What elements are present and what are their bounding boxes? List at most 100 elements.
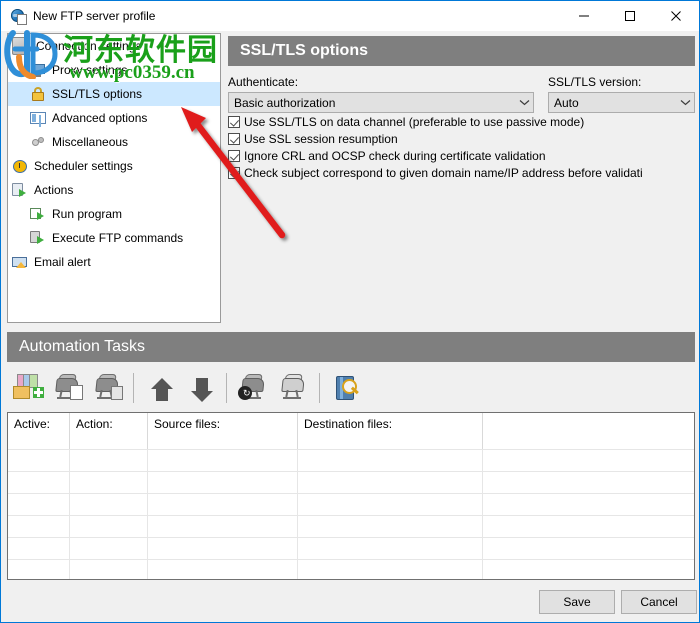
tree-item-label: Advanced options — [52, 111, 148, 125]
tree-item-label: Miscellaneous — [52, 135, 129, 149]
settings-tree[interactable]: Connection settings Proxy settings SSL/T… — [7, 33, 221, 323]
checkbox-icon[interactable] — [228, 150, 240, 162]
move-task-down-button[interactable] — [182, 368, 220, 408]
close-icon[interactable] — [653, 1, 699, 31]
tree-item-label: Proxy settings — [52, 63, 128, 77]
tree-item-proxy-settings[interactable]: Proxy settings — [8, 58, 220, 82]
tree-item-label: SSL/TLS options — [52, 87, 143, 101]
checkbox-use-ssl-data-channel[interactable]: Use SSL/TLS on data channel (preferable … — [228, 114, 695, 130]
lock-icon — [30, 86, 46, 102]
tree-item-label: Actions — [34, 183, 74, 197]
checkbox-use-ssl-session-resumption[interactable]: Use SSL session resumption — [228, 131, 695, 147]
ssl-options-panel: SSL/TLS options Authenticate: SSL/TLS ve… — [228, 36, 695, 180]
grid-header-row: Active: Action: Source files: Destinatio… — [8, 413, 694, 449]
chevron-down-icon — [677, 99, 694, 106]
run-icon — [30, 206, 46, 222]
copy-task-button[interactable] — [275, 368, 313, 408]
toolbar-separator — [226, 373, 227, 403]
tree-item-advanced-options[interactable]: Advanced options — [8, 106, 220, 130]
save-button[interactable]: Save — [539, 590, 615, 614]
ssl-version-select[interactable]: Auto — [548, 92, 695, 113]
edit-task-button[interactable] — [49, 368, 87, 408]
table-row[interactable] — [8, 537, 694, 559]
column-header-action[interactable]: Action: — [70, 413, 148, 449]
tree-item-label: Run program — [52, 207, 123, 221]
automation-tasks-grid[interactable]: Active: Action: Source files: Destinatio… — [7, 412, 695, 580]
add-task-icon — [13, 374, 44, 402]
ftp-globe-icon — [10, 8, 27, 25]
plug-icon — [12, 37, 30, 55]
ssl-field-row: Authenticate: SSL/TLS version: Basic aut… — [228, 75, 695, 113]
clock-icon — [12, 158, 28, 174]
tree-item-run-program[interactable]: Run program — [8, 202, 220, 226]
checkbox-icon[interactable] — [228, 116, 240, 128]
window-controls — [561, 1, 699, 31]
copy-task-icon — [279, 374, 309, 402]
add-task-button[interactable] — [9, 368, 47, 408]
dialog-footer: Save Cancel — [2, 580, 698, 621]
minimize-icon[interactable] — [561, 1, 607, 31]
preview-task-button[interactable] — [328, 368, 366, 408]
authenticate-label: Authenticate: — [228, 75, 299, 89]
table-row[interactable] — [8, 449, 694, 471]
ssl-version-value: Auto — [554, 95, 579, 110]
chevron-down-icon — [516, 99, 533, 106]
window-title: New FTP server profile — [33, 9, 156, 23]
tree-item-scheduler-settings[interactable]: Scheduler settings — [8, 154, 220, 178]
toolbar-separator — [319, 373, 320, 403]
automation-tasks-title: Automation Tasks — [7, 332, 695, 362]
checkbox-check-subject-domain[interactable]: Check subject correspond to given domain… — [228, 165, 695, 181]
authenticate-value: Basic authorization — [234, 95, 336, 110]
tree-item-actions[interactable]: Actions — [8, 178, 220, 202]
title-bar: New FTP server profile — [1, 1, 699, 31]
tree-item-label: Scheduler settings — [34, 159, 133, 173]
move-task-down-icon — [186, 374, 216, 402]
command-icon — [30, 230, 46, 246]
preview-task-icon — [332, 374, 362, 402]
ftp-profile-window: New FTP server profile Connection settin… — [0, 0, 700, 623]
delete-task-button[interactable] — [89, 368, 127, 408]
move-task-up-button[interactable] — [142, 368, 180, 408]
checkbox-label: Check subject correspond to given domain… — [244, 166, 643, 180]
tree-item-label: Execute FTP commands — [52, 231, 184, 245]
beads-icon — [30, 134, 46, 150]
monitor-icon — [30, 62, 46, 78]
checkbox-label: Use SSL session resumption — [244, 132, 398, 146]
run-task-button[interactable] — [235, 368, 273, 408]
automation-toolbar — [7, 364, 695, 412]
checkbox-label: Use SSL/TLS on data channel (preferable … — [244, 115, 585, 129]
column-header-destination[interactable]: Destination files: — [298, 413, 483, 449]
column-header-active[interactable]: Active: — [8, 413, 70, 449]
tree-item-label: Email alert — [34, 255, 91, 269]
mail-icon — [12, 254, 28, 270]
panel-title: SSL/TLS options — [228, 36, 695, 66]
checkbox-ignore-crl-ocsp[interactable]: Ignore CRL and OCSP check during certifi… — [228, 148, 695, 164]
toolbar-separator — [133, 373, 134, 403]
column-header-extra[interactable] — [483, 413, 694, 449]
grid-body[interactable] — [8, 449, 694, 579]
tree-item-execute-ftp-commands[interactable]: Execute FTP commands — [8, 226, 220, 250]
table-row[interactable] — [8, 559, 694, 579]
authenticate-select[interactable]: Basic authorization — [228, 92, 534, 113]
list-icon — [30, 110, 46, 126]
table-row[interactable] — [8, 493, 694, 515]
tree-item-email-alert[interactable]: Email alert — [8, 250, 220, 274]
tree-item-ssl-tls-options[interactable]: SSL/TLS options — [8, 82, 220, 106]
maximize-icon[interactable] — [607, 1, 653, 31]
delete-task-icon — [93, 374, 123, 402]
run-task-icon — [238, 374, 269, 402]
cancel-button[interactable]: Cancel — [621, 590, 697, 614]
tree-item-miscellaneous[interactable]: Miscellaneous — [8, 130, 220, 154]
move-task-up-icon — [146, 374, 176, 402]
checkbox-icon[interactable] — [228, 133, 240, 145]
ssl-version-label: SSL/TLS version: — [548, 75, 642, 89]
column-header-source[interactable]: Source files: — [148, 413, 298, 449]
tree-item-label: Connection settings — [36, 39, 142, 53]
table-row[interactable] — [8, 515, 694, 537]
tree-item-connection-settings[interactable]: Connection settings — [8, 34, 220, 58]
edit-task-icon — [53, 374, 83, 402]
checkbox-label: Ignore CRL and OCSP check during certifi… — [244, 149, 546, 163]
table-row[interactable] — [8, 471, 694, 493]
checkbox-icon[interactable] — [228, 167, 240, 179]
scroll-icon — [12, 182, 28, 198]
